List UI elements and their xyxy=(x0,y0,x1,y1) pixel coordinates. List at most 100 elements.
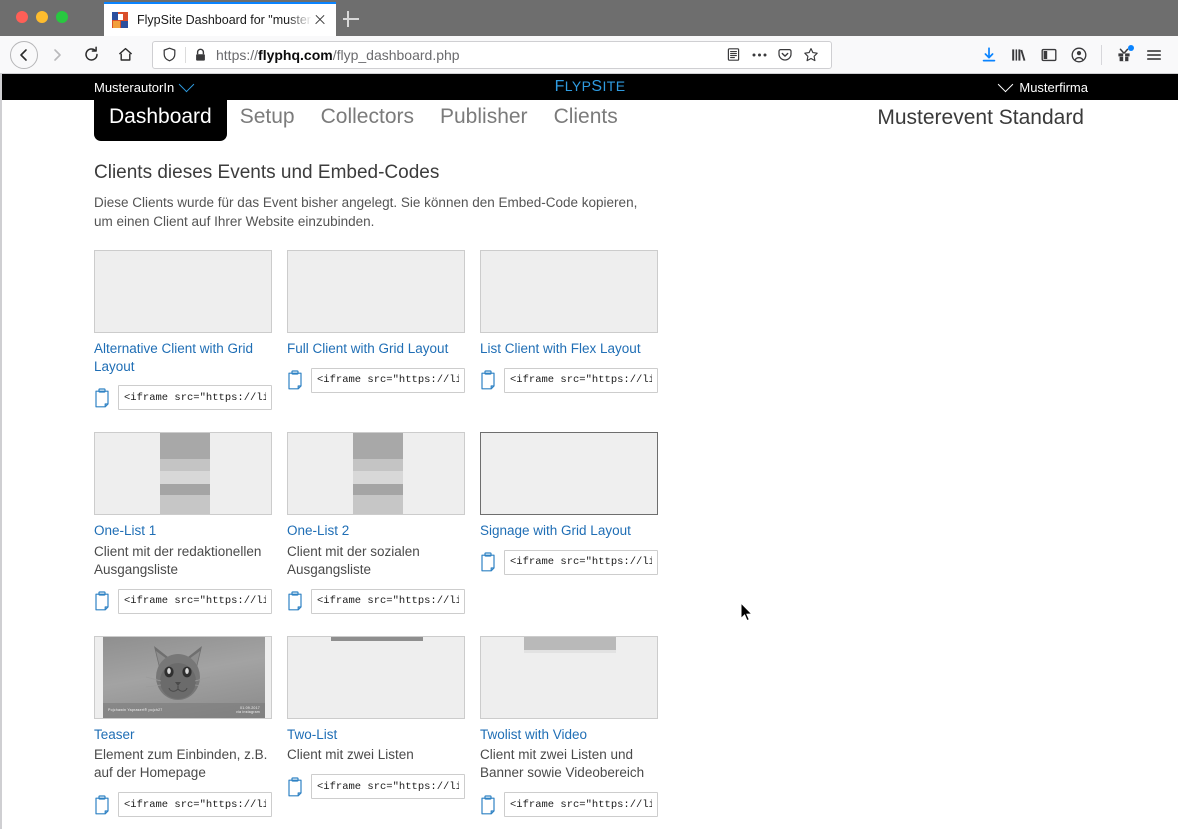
embed-row xyxy=(287,774,465,800)
client-description: Client mit der redaktionellen Ausgangsli… xyxy=(94,543,262,577)
account-icon[interactable] xyxy=(1065,41,1093,69)
page-viewport: MusterautorIn FLYPSITE Musterfirma Dashb… xyxy=(0,74,1178,829)
clipboard-copy-icon[interactable] xyxy=(94,795,110,815)
embed-code-input[interactable] xyxy=(118,792,272,818)
browser-title-bar: FlypSite Dashboard for "muster xyxy=(0,0,1178,36)
toolbar-divider xyxy=(1101,44,1102,65)
user-menu-label: MusterautorIn xyxy=(94,79,175,95)
close-icon[interactable] xyxy=(312,12,328,28)
embed-code-input[interactable] xyxy=(118,588,272,614)
browser-tab[interactable]: FlypSite Dashboard for "muster xyxy=(104,2,336,36)
embed-code-input[interactable] xyxy=(311,588,465,614)
address-bar-divider xyxy=(185,46,186,63)
client-thumbnail[interactable] xyxy=(94,432,272,516)
url-scheme: https:// xyxy=(216,46,259,63)
client-thumbnail[interactable] xyxy=(94,250,272,334)
embed-code-input[interactable] xyxy=(504,549,658,575)
extensions-badge xyxy=(1128,44,1134,51)
reader-view-icon[interactable] xyxy=(721,43,745,67)
clipboard-copy-icon[interactable] xyxy=(94,388,110,408)
home-button[interactable] xyxy=(110,40,140,70)
browser-toolbar: https://flyphq.com/flyp_dashboard.php xyxy=(0,36,1178,74)
clipboard-copy-icon[interactable] xyxy=(287,591,303,611)
extensions-icon[interactable] xyxy=(1110,41,1138,69)
client-title-link[interactable]: One-List 1 xyxy=(94,522,272,540)
clipboard-copy-icon[interactable] xyxy=(480,370,496,390)
client-title-link[interactable]: Two-List xyxy=(287,726,465,744)
embed-code-input[interactable] xyxy=(311,367,465,393)
back-button[interactable] xyxy=(10,40,38,69)
page-subtitle: Diese Clients wurde für das Event bisher… xyxy=(94,195,638,230)
client-title-link[interactable]: Teaser xyxy=(94,726,272,744)
maximize-window-button[interactable] xyxy=(56,11,68,23)
download-icon[interactable] xyxy=(975,41,1003,69)
clipboard-copy-icon[interactable] xyxy=(94,591,110,611)
tab-dashboard[interactable]: Dashboard xyxy=(94,99,227,141)
client-card: List Client with Flex Layout xyxy=(480,250,658,410)
client-thumbnail[interactable]: Pojchawin Yaprasert® pojch27 01.09.2017 … xyxy=(94,635,272,719)
flypsite-favicon xyxy=(112,12,128,28)
client-card: Pojchawin Yaprasert® pojch27 01.09.2017 … xyxy=(94,635,272,818)
clipboard-copy-icon[interactable] xyxy=(480,552,496,572)
client-card: Full Client with Grid Layout xyxy=(287,250,465,410)
embed-code-input[interactable] xyxy=(118,385,272,411)
client-title-link[interactable]: Twolist with Video xyxy=(480,726,658,744)
embed-code-input[interactable] xyxy=(504,367,658,393)
new-tab-button[interactable] xyxy=(340,8,362,30)
teaser-caption-source: via instagram xyxy=(236,710,260,715)
company-menu[interactable]: Musterfirma xyxy=(998,76,1088,95)
url-text[interactable]: https://flyphq.com/flyp_dashboard.php xyxy=(208,47,721,63)
embed-code-input[interactable] xyxy=(311,774,465,800)
tab-clients[interactable]: Clients xyxy=(541,99,631,139)
client-thumbnail[interactable] xyxy=(480,250,658,334)
lock-icon[interactable] xyxy=(192,48,208,62)
clipboard-copy-icon[interactable] xyxy=(480,795,496,815)
company-menu-label: Musterfirma xyxy=(1019,79,1088,95)
minimize-window-button[interactable] xyxy=(36,11,48,23)
clipboard-copy-icon[interactable] xyxy=(287,777,303,797)
client-title-link[interactable]: One-List 2 xyxy=(287,522,465,540)
reload-button[interactable] xyxy=(76,40,106,70)
user-menu[interactable]: MusterautorIn xyxy=(94,76,195,95)
shield-icon[interactable] xyxy=(159,47,179,62)
client-description: Client mit zwei Listen und Banner sowie … xyxy=(480,747,645,781)
library-icon[interactable] xyxy=(1005,41,1033,69)
pocket-icon[interactable] xyxy=(773,43,797,67)
forward-button[interactable] xyxy=(42,40,72,70)
embed-row xyxy=(287,588,465,614)
close-window-button[interactable] xyxy=(16,11,28,23)
hamburger-menu-icon[interactable] xyxy=(1140,41,1168,69)
client-description: Client mit der sozialen Ausgangsliste xyxy=(287,543,420,577)
client-description: Element zum Einbinden, z.B. auf der Home… xyxy=(94,747,268,781)
event-title: Musterevent Standard xyxy=(877,106,1084,129)
client-title-link[interactable]: Signage with Grid Layout xyxy=(480,522,658,540)
client-card: Two-List Client mit zwei Listen xyxy=(287,635,465,817)
client-card: Alternative Client with Grid Layout xyxy=(94,250,272,411)
client-thumbnail[interactable] xyxy=(480,635,658,719)
client-title-link[interactable]: List Client with Flex Layout xyxy=(480,340,658,358)
embed-row xyxy=(480,367,658,393)
clipboard-copy-icon[interactable] xyxy=(287,370,303,390)
thumbnail-layout-preview xyxy=(331,636,423,718)
teaser-caption-right: 01.09.2017 via instagram xyxy=(236,706,260,715)
sidebar-icon[interactable] xyxy=(1035,41,1063,69)
client-thumbnail[interactable] xyxy=(287,635,465,719)
page-actions-icon[interactable] xyxy=(747,43,771,67)
tab-publisher[interactable]: Publisher xyxy=(427,99,541,139)
client-title-link[interactable]: Full Client with Grid Layout xyxy=(287,340,465,358)
client-thumbnail[interactable] xyxy=(287,250,465,334)
bookmark-star-icon[interactable] xyxy=(799,43,823,67)
client-title-link[interactable]: Alternative Client with Grid Layout xyxy=(94,340,272,375)
main-nav-row: Dashboard Setup Collectors Publisher Cli… xyxy=(2,99,1178,148)
page-title: Clients dieses Events und Embed-Codes xyxy=(94,162,440,183)
embed-row xyxy=(94,385,272,411)
tab-setup[interactable]: Setup xyxy=(227,99,308,139)
address-bar[interactable]: https://flyphq.com/flyp_dashboard.php xyxy=(152,40,832,69)
url-host: flyphq.com xyxy=(258,46,333,63)
client-thumbnail[interactable] xyxy=(287,432,465,516)
client-card: One-List 1 Client mit der redaktionellen… xyxy=(94,432,272,614)
client-thumbnail[interactable] xyxy=(480,432,658,516)
teaser-caption-bar: Pojchawin Yaprasert® pojch27 01.09.2017 … xyxy=(103,702,265,718)
embed-code-input[interactable] xyxy=(504,792,658,818)
tab-collectors[interactable]: Collectors xyxy=(308,99,427,139)
